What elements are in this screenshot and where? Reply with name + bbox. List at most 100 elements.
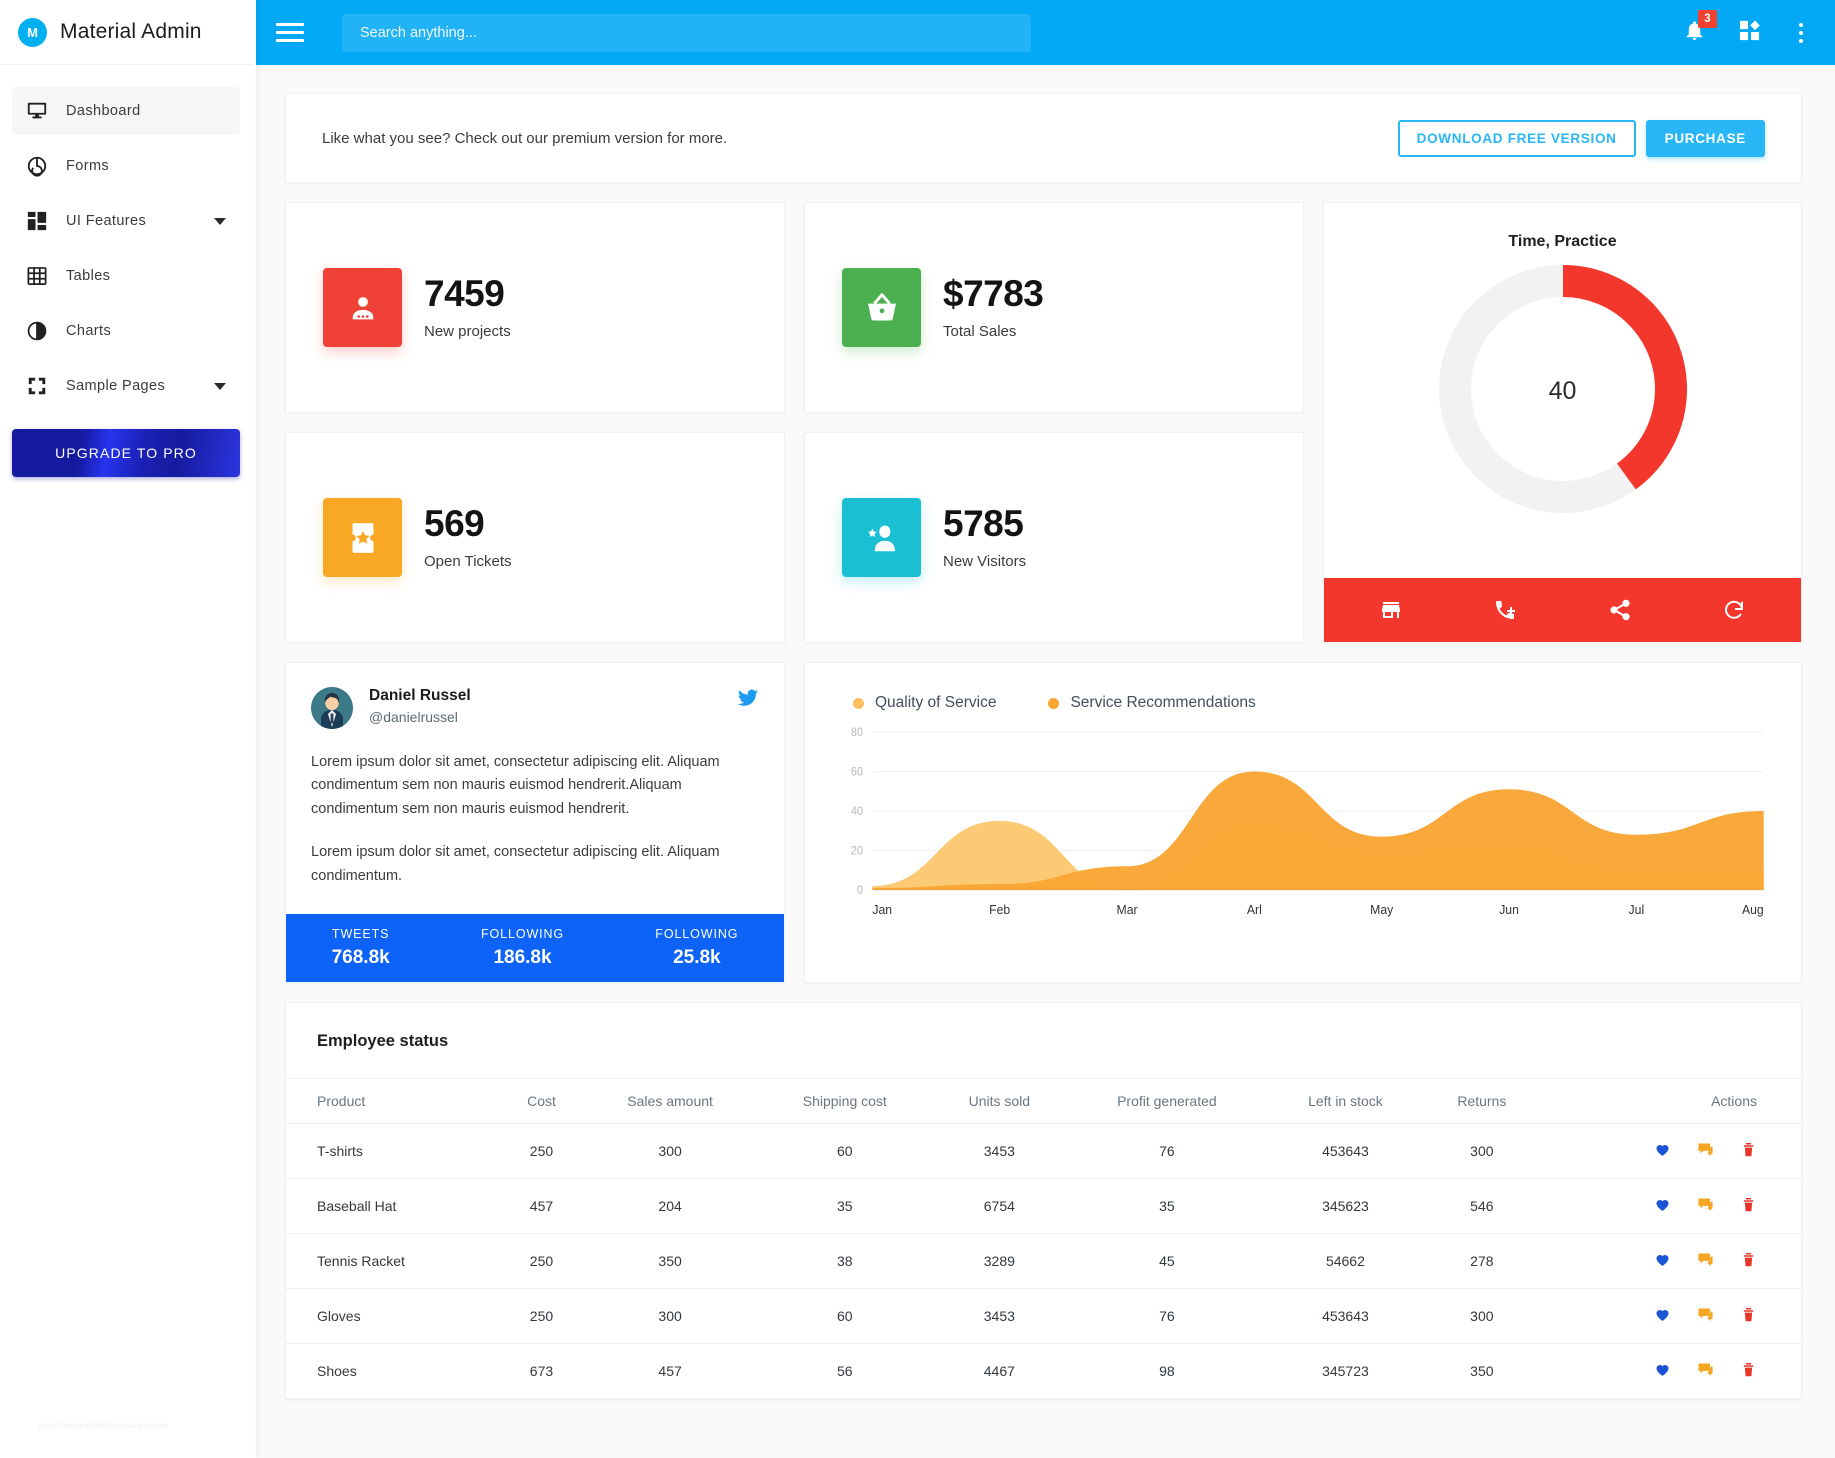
twitter-profile-card: Daniel Russel @danielrussel Lorem ipsum … <box>285 662 785 984</box>
cell-profit-generated: 45 <box>1067 1233 1267 1290</box>
donut-body: Time, Practice 40 <box>1324 203 1801 578</box>
svg-text:Mar: Mar <box>1117 903 1138 917</box>
heart-icon[interactable] <box>1654 1361 1671 1381</box>
sidebar-item-label: Sample Pages <box>66 378 166 394</box>
tweet-stat[interactable]: TWEETS 768.8k <box>332 927 390 969</box>
tweet-stat[interactable]: FOLLOWING 186.8k <box>481 927 564 969</box>
legend-item[interactable]: Quality of Service <box>853 694 996 712</box>
comment-icon[interactable] <box>1697 1196 1714 1216</box>
cell-shipping-cost: 60 <box>758 1288 932 1345</box>
stat-value: $7783 <box>943 272 1044 314</box>
table-title: Employee status <box>317 1032 449 1051</box>
share-icon[interactable] <box>1608 598 1632 622</box>
sidebar-item-label: Tables <box>66 268 111 284</box>
tweet-stat-value: 186.8k <box>493 947 552 969</box>
trash-icon[interactable] <box>1740 1196 1757 1216</box>
cell-product: Tennis Racket <box>286 1233 501 1290</box>
legend-item[interactable]: Service Recommendations <box>1048 694 1256 712</box>
twitter-bird-icon[interactable] <box>737 687 759 714</box>
trash-icon[interactable] <box>1740 1251 1757 1271</box>
upgrade-to-pro-button[interactable]: UPGRADE TO PRO <box>12 429 240 477</box>
table-row[interactable]: Shoes 673 457 56 4467 98 345723 350 <box>286 1343 1801 1400</box>
cell-product: Baseball Hat <box>286 1178 501 1235</box>
cell-returns: 278 <box>1424 1233 1540 1290</box>
table-row[interactable]: Baseball Hat 457 204 35 6754 35 345623 5… <box>286 1178 1801 1235</box>
comment-icon[interactable] <box>1697 1306 1714 1326</box>
brand[interactable]: M Material Admin <box>0 0 252 65</box>
notification-badge: 3 <box>1698 9 1717 28</box>
svg-text:Jul: Jul <box>1629 903 1645 917</box>
tweet-paragraph-1: Lorem ipsum dolor sit amet, consectetur … <box>311 754 720 817</box>
download-free-version-button[interactable]: DOWNLOAD FREE VERSION <box>1397 119 1636 157</box>
stat-label: Total Sales <box>943 323 1017 341</box>
sidebar-item-ui-features[interactable]: UI Features <box>12 197 240 245</box>
comment-icon[interactable] <box>1697 1141 1714 1161</box>
chevron-down-icon[interactable] <box>214 382 226 390</box>
row-actions <box>1654 1306 1757 1326</box>
table-column-header: Cost <box>500 1078 583 1125</box>
topbar-icons: 3 <box>1683 9 1809 47</box>
sidebar-item-charts[interactable]: Charts <box>12 307 240 355</box>
svg-text:Aug: Aug <box>1742 903 1764 917</box>
donut-chart: 40 <box>1437 263 1689 520</box>
sidebar-item-dashboard[interactable]: Dashboard <box>12 87 240 135</box>
app-root: M Material Admin Dashboard Forms UI Feat… <box>0 0 1835 1458</box>
chart-legend: Quality of Service Service Recommendatio… <box>831 694 1775 712</box>
brand-logo-icon: M <box>18 17 47 47</box>
tweet-stat[interactable]: FOLLOWING 25.8k <box>655 927 738 969</box>
cell-units-sold: 3289 <box>931 1233 1068 1290</box>
cell-actions <box>1539 1233 1801 1290</box>
stat-label: Open Tickets <box>424 553 512 571</box>
add-call-icon[interactable] <box>1493 598 1517 622</box>
chevron-down-icon[interactable] <box>214 217 226 225</box>
refresh-icon[interactable] <box>1722 598 1746 622</box>
svg-text:40: 40 <box>851 806 863 818</box>
svg-text:Arl: Arl <box>1247 903 1262 917</box>
promo-text: Like what you see? Check out our premium… <box>322 129 728 147</box>
legend-color-dot <box>1048 697 1060 709</box>
table-column-header: Units sold <box>931 1078 1068 1125</box>
stat-label: New projects <box>424 323 511 341</box>
stat-cards-grid: 7459 New projects $7783 Total Sales 569 … <box>285 202 1304 643</box>
stat-label: New Visitors <box>943 553 1027 571</box>
table-row[interactable]: Tennis Racket 250 350 38 3289 45 54662 2… <box>286 1233 1801 1290</box>
apps-grid-icon[interactable] <box>1738 19 1761 47</box>
comment-icon[interactable] <box>1697 1361 1714 1381</box>
heart-icon[interactable] <box>1654 1251 1671 1271</box>
table-row[interactable]: Gloves 250 300 60 3453 76 453643 300 <box>286 1288 1801 1345</box>
search-input[interactable] <box>342 13 1031 52</box>
person-card-icon <box>323 268 402 347</box>
cell-returns: 300 <box>1424 1123 1540 1180</box>
promo-banner: Like what you see? Check out our premium… <box>285 93 1802 183</box>
table-header-row: Product Cost Sales amount Shipping cost Unit… <box>286 1078 1801 1125</box>
table-row[interactable]: T-shirts 250 300 60 3453 76 453643 300 <box>286 1123 1801 1180</box>
cell-sales-amount: 300 <box>582 1123 759 1180</box>
cell-cost: 250 <box>500 1233 583 1290</box>
table-column-header: Actions <box>1539 1078 1801 1125</box>
heart-icon[interactable] <box>1654 1196 1671 1216</box>
stat-value: 5785 <box>943 502 1024 544</box>
avatar <box>311 687 353 729</box>
basket-icon <box>842 268 921 347</box>
cell-cost: 250 <box>500 1288 583 1345</box>
main-area: 3 Like what you see? Check out our premi… <box>252 0 1835 1458</box>
trash-icon[interactable] <box>1740 1306 1757 1326</box>
store-icon[interactable] <box>1379 598 1403 622</box>
sidebar-item-tables[interactable]: Tables <box>12 252 240 300</box>
cell-shipping-cost: 35 <box>758 1178 932 1235</box>
more-options-icon[interactable] <box>1793 21 1809 45</box>
comment-icon[interactable] <box>1697 1251 1714 1271</box>
trash-icon[interactable] <box>1740 1361 1757 1381</box>
sidebar-item-sample-pages[interactable]: Sample Pages <box>12 362 240 410</box>
sidebar-item-forms[interactable]: Forms <box>12 142 240 190</box>
tweet-stats-bar: TWEETS 768.8k FOLLOWING 186.8k FOLLOWING… <box>286 914 784 983</box>
trash-icon[interactable] <box>1740 1141 1757 1161</box>
hamburger-menu-icon[interactable] <box>276 23 304 42</box>
purchase-button[interactable]: PURCHASE <box>1645 119 1765 157</box>
heart-icon[interactable] <box>1654 1306 1671 1326</box>
notifications-bell-icon[interactable]: 3 <box>1683 9 1717 47</box>
cell-left-in-stock: 345723 <box>1266 1343 1425 1400</box>
heart-icon[interactable] <box>1654 1141 1671 1161</box>
tweet-stat-key: TWEETS <box>331 927 390 942</box>
cell-shipping-cost: 56 <box>758 1343 932 1400</box>
